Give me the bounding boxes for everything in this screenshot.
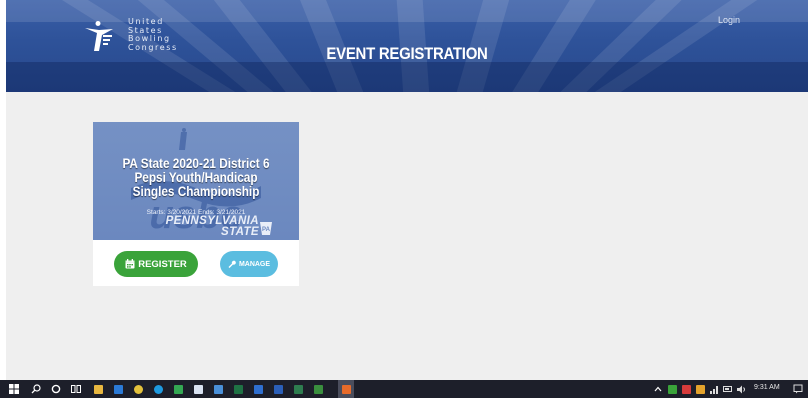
tray-app-icon-1[interactable] bbox=[666, 383, 678, 395]
state-line-2: STATE bbox=[221, 226, 259, 238]
people-icon[interactable] bbox=[212, 383, 224, 395]
tray-app-icon-3[interactable] bbox=[694, 383, 706, 395]
chrome-icon[interactable] bbox=[132, 383, 144, 395]
event-banner-image[interactable]: usbc PA State 2020-21 District 6 Pepsi Y… bbox=[93, 122, 299, 240]
keystone-icon: PA bbox=[260, 222, 272, 235]
calendar-icon bbox=[125, 259, 135, 269]
file-explorer-icon[interactable] bbox=[92, 383, 104, 395]
manage-label: MANAGE bbox=[238, 260, 271, 268]
excel-icon[interactable] bbox=[232, 383, 244, 395]
login-link[interactable]: Login bbox=[718, 15, 740, 25]
app-icon-1[interactable] bbox=[252, 383, 264, 395]
app-icon-2[interactable] bbox=[292, 383, 304, 395]
start-icon[interactable] bbox=[8, 383, 20, 395]
notifications-icon[interactable] bbox=[792, 383, 804, 395]
register-label: REGISTER bbox=[138, 258, 187, 270]
svg-text:PA: PA bbox=[262, 227, 271, 233]
chevron-up-icon[interactable] bbox=[652, 383, 664, 395]
edge-icon[interactable] bbox=[112, 383, 124, 395]
volume-icon[interactable] bbox=[736, 383, 748, 395]
register-button[interactable]: REGISTER bbox=[114, 251, 198, 277]
manage-button[interactable]: MANAGE bbox=[220, 251, 278, 277]
store-icon[interactable] bbox=[172, 383, 184, 395]
clock-time[interactable]: 9:31 AM bbox=[754, 384, 780, 391]
state-wordmark: PENNSYLVANIA STATE bbox=[127, 215, 259, 238]
windows-taskbar: 9:31 AM bbox=[0, 380, 808, 398]
network-icon[interactable] bbox=[708, 383, 720, 395]
event-card: usbc PA State 2020-21 District 6 Pepsi Y… bbox=[93, 122, 299, 286]
cortana-icon[interactable] bbox=[50, 383, 62, 395]
task-view-icon[interactable] bbox=[70, 383, 82, 395]
word-icon[interactable] bbox=[272, 383, 284, 395]
tray-app-icon-2[interactable] bbox=[680, 383, 692, 395]
page-body: United States Bowling Congress EVENT REG… bbox=[6, 0, 808, 380]
active-browser-icon[interactable] bbox=[338, 380, 354, 398]
search-icon[interactable] bbox=[30, 383, 42, 395]
battery-icon[interactable] bbox=[722, 383, 734, 395]
event-title: PA State 2020-21 District 6 Pepsi Youth/… bbox=[122, 155, 270, 199]
wrench-icon bbox=[228, 260, 236, 268]
ie-icon[interactable] bbox=[152, 383, 164, 395]
page-title: EVENT REGISTRATION bbox=[326, 44, 488, 63]
app-icon-3[interactable] bbox=[312, 383, 324, 395]
header-banner: United States Bowling Congress EVENT REG… bbox=[6, 0, 808, 92]
photos-icon[interactable] bbox=[192, 383, 204, 395]
